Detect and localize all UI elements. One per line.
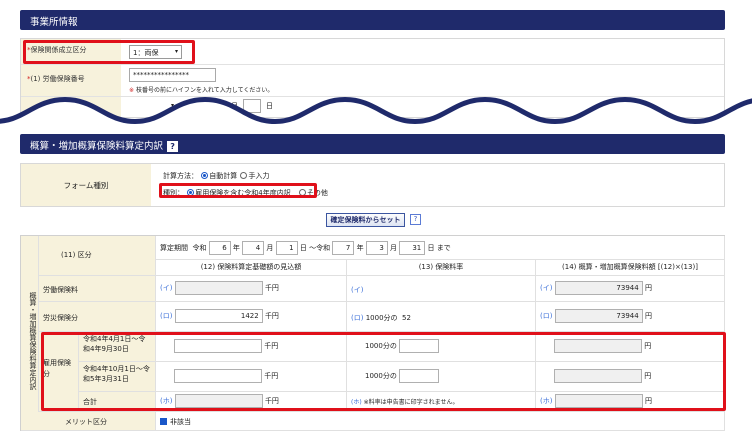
- accident-col14: (ロ) 73944 円: [536, 302, 725, 332]
- help-icon[interactable]: ?: [167, 141, 179, 152]
- accident-base-input[interactable]: 1422: [174, 309, 263, 323]
- merit-label: メリット区分: [21, 412, 156, 431]
- labor-base-input: [174, 281, 263, 295]
- office-info-title: 事業所情報: [30, 17, 78, 28]
- end-month-input[interactable]: 3: [365, 241, 388, 255]
- wave-divider: [0, 96, 752, 138]
- end-day-input[interactable]: 31: [399, 241, 426, 255]
- highlight-relation: [23, 40, 195, 64]
- labor-col12: (イ) 千円: [156, 276, 347, 302]
- accident-label: 労災保険分: [39, 302, 156, 332]
- calc-breakdown-header: 概算・増加概算保険料算定内訳?: [20, 134, 725, 154]
- labor-col13: (イ): [347, 276, 536, 302]
- calc-breakdown-title: 概算・増加概算保険料算定内訳: [30, 141, 164, 152]
- labor-insurance-number-row: *(1) 労働保険番号 **************** ※ 枝番号の前にハイフ…: [21, 65, 724, 97]
- accident-col12: (ロ) 1422 千円: [156, 302, 347, 332]
- col12-header: (12) 保険料算定基礎額の見込額: [156, 260, 347, 276]
- labor-label: 労働保険料: [39, 276, 156, 302]
- office-info-header: 事業所情報: [20, 10, 725, 30]
- accident-col13: (ロ) 1000分の 52: [347, 302, 536, 332]
- period-row: 算定期間 令和 6 年 4 月 1 日 〜令和 7 年 3 月 31 日 まで: [156, 236, 725, 260]
- radio-manual[interactable]: [240, 172, 248, 179]
- calc-method-group: 計算方法： 自動計算 手入力: [163, 172, 270, 180]
- start-day-input[interactable]: 1: [275, 241, 298, 255]
- labor-insurance-number-label: *(1) 労働保険番号: [21, 65, 121, 96]
- set-from-confirmed-button[interactable]: 確定保険料からセット: [326, 213, 405, 227]
- form-type-label: フォーム種別: [21, 164, 151, 206]
- highlight-employment: [41, 332, 726, 411]
- end-year-input[interactable]: 7: [332, 241, 355, 255]
- form-type-row: フォーム種別 計算方法： 自動計算 手入力 種別： 雇用保険を含む令和4年度内訳…: [20, 163, 725, 207]
- labor-insurance-number-input[interactable]: ****************: [129, 68, 216, 82]
- labor-col14: (イ) 73944 円: [536, 276, 725, 302]
- start-year-input[interactable]: 6: [208, 241, 231, 255]
- accident-rate: 52: [401, 314, 411, 322]
- calc-side-label: 概算・増加概算保険料算定内訳: [21, 236, 39, 430]
- accident-amount-field: 73944: [554, 309, 643, 323]
- checkbox-icon[interactable]: [160, 418, 167, 425]
- category-header: (11) 区分: [39, 236, 156, 276]
- col14-header: (14) 概算・増加概算保険料額 [(12)×(13)]: [536, 260, 725, 276]
- insurance-number-note: ※ 枝番号の前にハイフンを入れて入力してください。: [129, 87, 274, 94]
- highlight-kind: [159, 183, 317, 198]
- merit-value: 非該当: [156, 412, 725, 431]
- radio-auto-calc[interactable]: [201, 172, 209, 179]
- help-icon[interactable]: ?: [410, 214, 421, 225]
- col13-header: (13) 保険料率: [347, 260, 536, 276]
- labor-amount-field: 73944: [554, 281, 643, 295]
- start-month-input[interactable]: 4: [242, 241, 265, 255]
